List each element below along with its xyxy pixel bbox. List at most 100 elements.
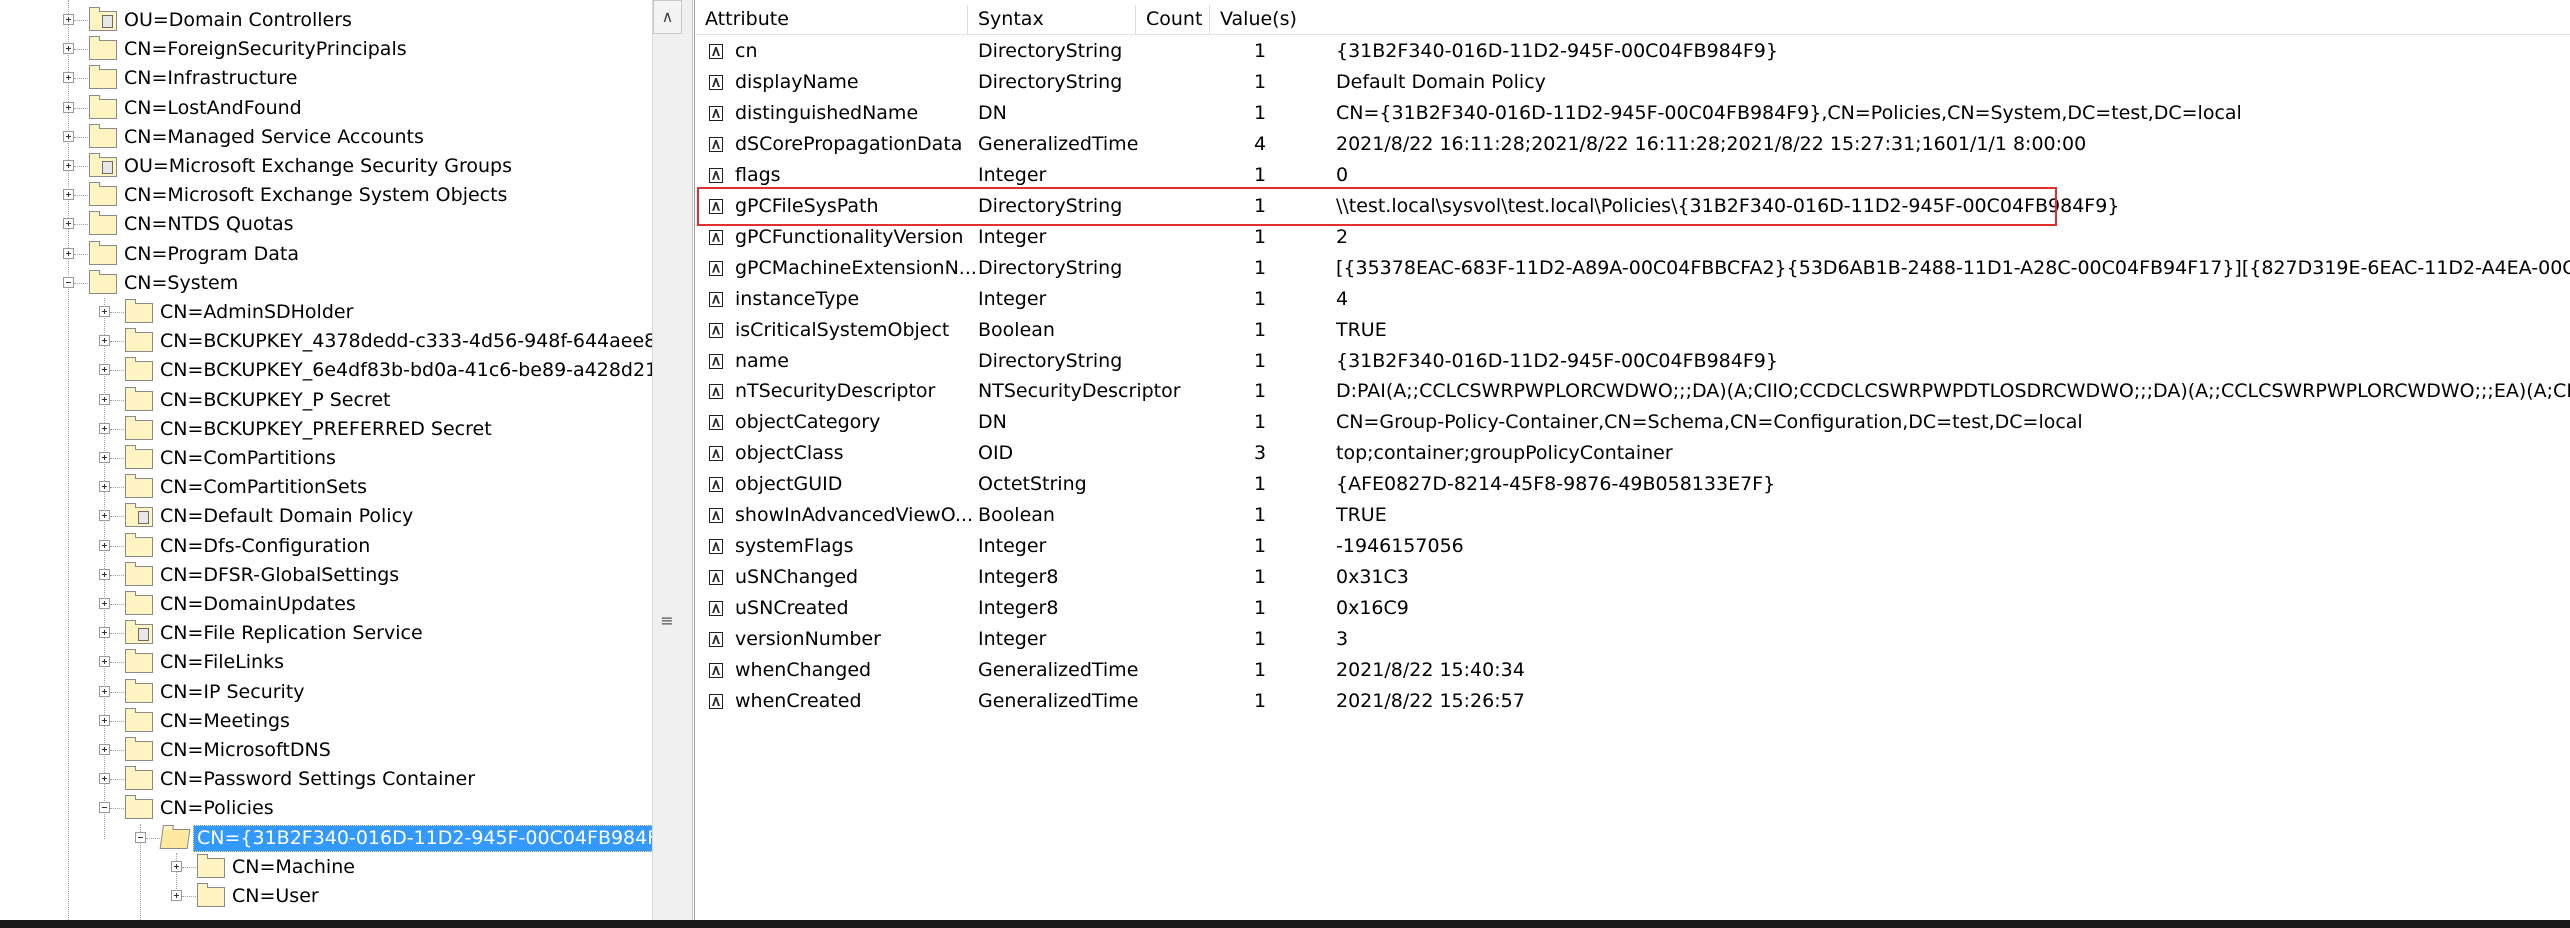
tree-item[interactable]: CN=Infrastructure [0,64,650,93]
collapse-minus-icon[interactable] [99,802,110,814]
tree-item[interactable]: CN=Managed Service Accounts [0,123,650,152]
tree-item[interactable]: CN=BCKUPKEY_6e4df83b-bd0a-41c6-be89-a428… [0,356,681,385]
tree-item[interactable]: CN=FileLinks [0,648,650,677]
attribute-row[interactable]: isCriticalSystemObject Boolean 1 TRUE [695,315,2570,346]
expand-plus-icon[interactable] [99,744,110,755]
tree-item[interactable]: CN=File Replication Service [0,619,650,648]
tree-item-label[interactable]: CN=NTDS Quotas [121,210,297,239]
tree-item-label[interactable]: CN=ComPartitions [157,444,339,473]
tree-item-label[interactable]: CN=Policies [157,794,277,823]
expand-plus-icon[interactable] [99,685,110,697]
expand-plus-icon[interactable] [171,860,182,872]
tree-item-label[interactable]: CN=Microsoft Exchange System Objects [121,181,510,210]
tree-item-label[interactable]: CN=BCKUPKEY_6e4df83b-bd0a-41c6-be89-a428… [157,356,682,385]
expand-plus-icon[interactable] [99,306,110,317]
tree-item[interactable]: CN=Program Data [0,240,650,269]
attribute-row[interactable]: versionNumber Integer 1 3 [695,624,2570,655]
tree-item-label[interactable]: CN=DomainUpdates [157,590,359,619]
expand-plus-icon[interactable] [99,422,110,434]
expand-plus-icon[interactable] [99,393,110,405]
tree-item[interactable]: CN=System [0,269,650,298]
tree-item[interactable]: CN=BCKUPKEY_4378dedd-c333-4d56-948f-644a… [0,327,682,356]
tree-item-label[interactable]: CN=Program Data [121,240,302,269]
tree-item[interactable]: CN=DomainUpdates [0,590,650,619]
tree-item[interactable]: CN=Policies [0,794,650,823]
attribute-row[interactable]: objectCategory DN 1 CN=Group-Policy-Contain… [695,407,2570,438]
tree-item[interactable]: CN={31B2F340-016D-11D2-945F-00C04FB984F9… [0,824,682,853]
tree-item[interactable]: CN=Meetings [0,707,650,736]
tree-item[interactable]: OU=Microsoft Exchange Security Groups [0,152,650,181]
tree-item-label[interactable]: CN=ComPartitionSets [157,473,370,502]
expand-plus-icon[interactable] [63,14,74,25]
column-header-count[interactable]: Count [1136,5,1210,34]
attribute-row[interactable]: cn DirectoryString 1 {31B2F340-016D-11D2-94… [695,36,2570,67]
column-header-values[interactable]: Value(s) [1210,5,2570,34]
collapse-minus-icon[interactable] [63,276,74,288]
expand-plus-icon[interactable] [63,189,74,201]
tree-item[interactable]: CN=Dfs-Configuration [0,532,650,561]
attribute-row[interactable]: displayName DirectoryString 1 Default Domai… [695,67,2570,98]
pane-splitter[interactable] [682,0,693,920]
expand-plus-icon[interactable] [99,714,110,726]
tree-item-label[interactable]: CN=BCKUPKEY_PREFERRED Secret [157,415,495,444]
expand-plus-icon[interactable] [99,510,110,522]
attribute-row[interactable]: objectGUID OctetString 1 {AFE0827D-8214-45F… [695,469,2570,500]
attribute-row[interactable]: systemFlags Integer 1 -1946157056 [695,531,2570,562]
tree-item-label[interactable]: CN=Infrastructure [121,64,300,93]
expand-plus-icon[interactable] [99,335,110,347]
attribute-row[interactable]: uSNCreated Integer8 1 0x16C9 [695,593,2570,624]
tree-item[interactable]: CN=User [0,882,650,911]
tree-item[interactable]: CN=BCKUPKEY_PREFERRED Secret [0,415,650,444]
tree-item[interactable]: CN=NTDS Quotas [0,210,650,239]
tree-item-label-selected[interactable]: CN={31B2F340-016D-11D2-945F-00C04FB984F9… [193,824,682,852]
tree-item-label[interactable]: CN=User [229,882,322,911]
expand-plus-icon[interactable] [99,568,110,580]
tree-item-label[interactable]: CN=Meetings [157,707,293,736]
expand-plus-icon[interactable] [63,218,74,230]
expand-plus-icon[interactable] [63,43,74,55]
attribute-row[interactable]: gPCFunctionalityVersion Integer 1 2 [695,222,2570,253]
expand-plus-icon[interactable] [99,481,110,493]
expand-plus-icon[interactable] [63,160,74,171]
tree-item-label[interactable]: CN=Managed Service Accounts [121,123,427,152]
expand-plus-icon[interactable] [99,598,110,609]
tree-item[interactable]: CN=ComPartitions [0,444,650,473]
tree-item[interactable]: CN=Machine [0,853,650,882]
tree-item[interactable]: CN=AdminSDHolder [0,298,650,327]
attribute-row[interactable]: nTSecurityDescriptor NTSecurityDescriptor… [695,376,2570,407]
tree-item[interactable]: CN=ForeignSecurityPrincipals [0,35,650,64]
tree-item-label[interactable]: CN=IP Security [157,678,308,707]
tree-item[interactable]: CN=Microsoft Exchange System Objects [0,181,650,210]
tree-item[interactable]: CN=Password Settings Container [0,765,650,794]
tree-item[interactable]: CN=LostAndFound [0,94,650,123]
expand-plus-icon[interactable] [99,627,110,639]
tree-item-label[interactable]: CN=AdminSDHolder [157,298,356,327]
tree-item-label[interactable]: CN=DFSR-GlobalSettings [157,561,402,590]
expand-plus-icon[interactable] [63,130,74,142]
scroll-up-arrow-icon[interactable]: ∧ [653,0,682,34]
expand-plus-icon[interactable] [99,773,110,785]
expand-plus-icon[interactable] [171,890,182,901]
attribute-row[interactable]: distinguishedName DN 1 CN={31B2F340-016D-11… [695,98,2570,129]
attribute-row[interactable]: name DirectoryString 1 {31B2F340-016D-11D2-… [695,346,2570,377]
expand-plus-icon[interactable] [99,656,110,668]
tree-item-label[interactable]: CN=BCKUPKEY_4378dedd-c333-4d56-948f-644a… [157,327,682,356]
tree-item[interactable]: CN=IP Security [0,678,650,707]
attribute-row[interactable]: gPCMachineExtensionN... DirectoryString 1 [… [695,253,2570,284]
tree-item-label[interactable]: OU=Domain Controllers [121,6,355,35]
tree-item-label[interactable]: CN=Password Settings Container [157,765,478,794]
tree-item-label[interactable]: CN=MicrosoftDNS [157,736,334,765]
tree-item[interactable]: CN=Default Domain Policy [0,502,650,531]
column-header-attribute[interactable]: Attribute [695,5,968,34]
expand-plus-icon[interactable] [99,452,110,463]
column-header-syntax[interactable]: Syntax [968,5,1136,34]
tree-item[interactable]: CN=ComPartitionSets [0,473,650,502]
tree-item-label[interactable]: CN=Machine [229,853,358,882]
attribute-row[interactable]: dSCorePropagationData GeneralizedTime 4 202… [695,129,2570,160]
tree-item-label[interactable]: CN=File Replication Service [157,619,426,648]
attribute-row[interactable]: instanceType Integer 1 4 [695,284,2570,315]
collapse-minus-icon[interactable] [135,831,146,843]
attribute-row[interactable]: uSNChanged Integer8 1 0x31C3 [695,562,2570,593]
expand-plus-icon[interactable] [63,72,74,84]
tree-item[interactable]: CN=BCKUPKEY_P Secret [0,386,650,415]
